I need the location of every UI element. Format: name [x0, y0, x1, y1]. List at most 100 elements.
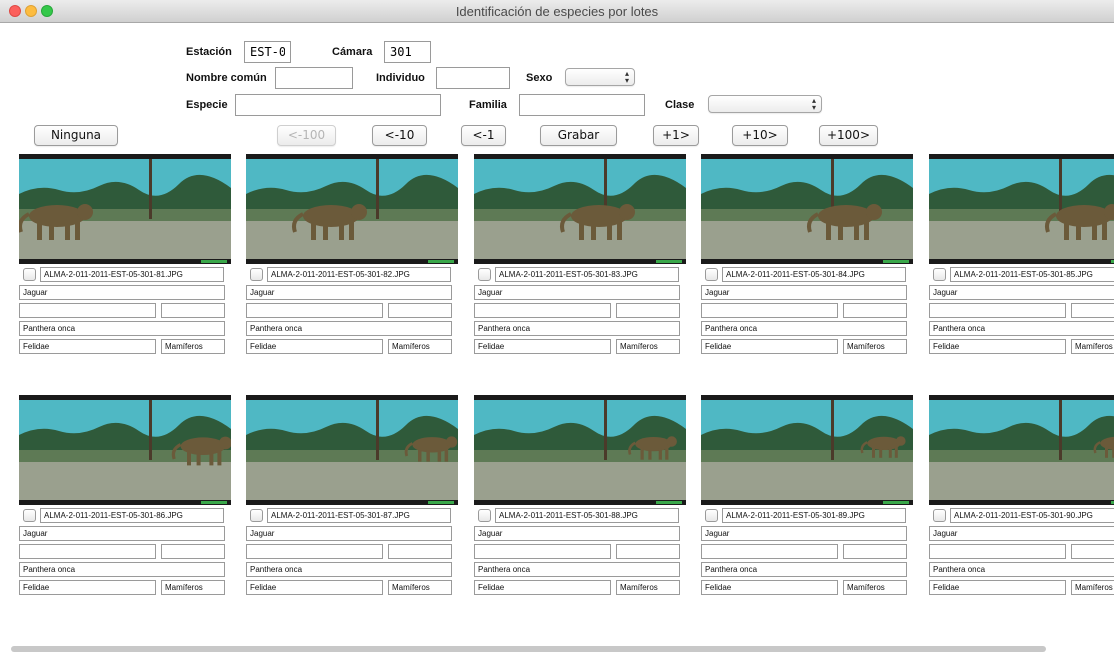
select-checkbox[interactable]	[478, 509, 491, 522]
camera-trap-photo[interactable]	[474, 154, 686, 264]
select-checkbox[interactable]	[23, 268, 36, 281]
familia-card-field[interactable]: Felidae	[474, 580, 611, 595]
especie-field[interactable]	[235, 94, 441, 116]
clase-card-field[interactable]: Mamíferos	[161, 339, 225, 354]
clase-popup[interactable]: ▴ ▾	[708, 95, 822, 113]
nombre-comun-card-field[interactable]: Jaguar	[246, 526, 452, 541]
filename-field[interactable]: ALMA-2-011-2011-EST-05-301-90.JPG	[950, 508, 1114, 523]
nombre-comun-card-field[interactable]: Jaguar	[19, 285, 225, 300]
clase-card-field[interactable]: Mamíferos	[843, 580, 907, 595]
camera-trap-photo[interactable]	[929, 395, 1114, 505]
camera-trap-photo[interactable]	[246, 395, 458, 505]
nombre-comun-field[interactable]	[275, 67, 353, 89]
nombre-comun-card-field[interactable]: Jaguar	[474, 285, 680, 300]
individuo-card-field[interactable]	[19, 303, 156, 318]
especie-card-field[interactable]: Panthera onca	[701, 321, 907, 336]
camera-trap-photo[interactable]	[929, 154, 1114, 264]
familia-card-field[interactable]: Felidae	[19, 339, 156, 354]
sexo-card-field[interactable]	[616, 544, 680, 559]
select-checkbox[interactable]	[250, 268, 263, 281]
familia-card-field[interactable]: Felidae	[246, 580, 383, 595]
horizontal-scrollbar[interactable]	[11, 646, 1046, 652]
grabar-button[interactable]: Grabar	[540, 125, 617, 146]
nombre-comun-card-field[interactable]: Jaguar	[701, 285, 907, 300]
individuo-card-field[interactable]	[474, 303, 611, 318]
nombre-comun-card-field[interactable]: Jaguar	[701, 526, 907, 541]
individuo-card-field[interactable]	[19, 544, 156, 559]
filename-field[interactable]: ALMA-2-011-2011-EST-05-301-84.JPG	[722, 267, 906, 282]
filename-field[interactable]: ALMA-2-011-2011-EST-05-301-81.JPG	[40, 267, 224, 282]
sexo-card-field[interactable]	[616, 303, 680, 318]
clase-card-field[interactable]: Mamíferos	[388, 339, 452, 354]
sexo-card-field[interactable]	[161, 544, 225, 559]
select-checkbox[interactable]	[933, 268, 946, 281]
individuo-card-field[interactable]	[701, 544, 838, 559]
nombre-comun-card-field[interactable]: Jaguar	[19, 526, 225, 541]
clase-card-field[interactable]: Mamíferos	[1071, 339, 1114, 354]
camara-field[interactable]	[384, 41, 431, 63]
clase-card-field[interactable]: Mamíferos	[616, 339, 680, 354]
filename-field[interactable]: ALMA-2-011-2011-EST-05-301-82.JPG	[267, 267, 451, 282]
nombre-comun-card-field[interactable]: Jaguar	[929, 526, 1114, 541]
clase-card-field[interactable]: Mamíferos	[161, 580, 225, 595]
familia-card-field[interactable]: Felidae	[19, 580, 156, 595]
filename-field[interactable]: ALMA-2-011-2011-EST-05-301-86.JPG	[40, 508, 224, 523]
familia-card-field[interactable]: Felidae	[929, 580, 1066, 595]
especie-card-field[interactable]: Panthera onca	[19, 321, 225, 336]
individuo-card-field[interactable]	[246, 303, 383, 318]
nombre-comun-card-field[interactable]: Jaguar	[474, 526, 680, 541]
clase-card-field[interactable]: Mamíferos	[616, 580, 680, 595]
ninguna-button[interactable]: Ninguna	[34, 125, 118, 146]
sexo-card-field[interactable]	[1071, 303, 1114, 318]
sexo-card-field[interactable]	[843, 303, 907, 318]
clase-card-field[interactable]: Mamíferos	[1071, 580, 1114, 595]
back-10-button[interactable]: <-10	[372, 125, 427, 146]
familia-card-field[interactable]: Felidae	[474, 339, 611, 354]
especie-card-field[interactable]: Panthera onca	[474, 562, 680, 577]
nombre-comun-card-field[interactable]: Jaguar	[246, 285, 452, 300]
especie-card-field[interactable]: Panthera onca	[929, 321, 1114, 336]
camera-trap-photo[interactable]	[701, 395, 913, 505]
camera-trap-photo[interactable]	[19, 154, 231, 264]
estacion-field[interactable]	[244, 41, 291, 63]
individuo-card-field[interactable]	[929, 303, 1066, 318]
select-checkbox[interactable]	[23, 509, 36, 522]
filename-field[interactable]: ALMA-2-011-2011-EST-05-301-88.JPG	[495, 508, 679, 523]
individuo-card-field[interactable]	[474, 544, 611, 559]
select-checkbox[interactable]	[705, 268, 718, 281]
individuo-card-field[interactable]	[246, 544, 383, 559]
filename-field[interactable]: ALMA-2-011-2011-EST-05-301-85.JPG	[950, 267, 1114, 282]
camera-trap-photo[interactable]	[701, 154, 913, 264]
select-checkbox[interactable]	[250, 509, 263, 522]
fwd-10-button[interactable]: +10>	[732, 125, 788, 146]
clase-card-field[interactable]: Mamíferos	[843, 339, 907, 354]
back-1-button[interactable]: <-1	[461, 125, 506, 146]
filename-field[interactable]: ALMA-2-011-2011-EST-05-301-87.JPG	[267, 508, 451, 523]
camera-trap-photo[interactable]	[474, 395, 686, 505]
especie-card-field[interactable]: Panthera onca	[246, 321, 452, 336]
individuo-card-field[interactable]	[701, 303, 838, 318]
camera-trap-photo[interactable]	[246, 154, 458, 264]
filename-field[interactable]: ALMA-2-011-2011-EST-05-301-89.JPG	[722, 508, 906, 523]
familia-card-field[interactable]: Felidae	[246, 339, 383, 354]
especie-card-field[interactable]: Panthera onca	[474, 321, 680, 336]
familia-card-field[interactable]: Felidae	[929, 339, 1066, 354]
clase-card-field[interactable]: Mamíferos	[388, 580, 452, 595]
familia-card-field[interactable]: Felidae	[701, 339, 838, 354]
sexo-card-field[interactable]	[843, 544, 907, 559]
sexo-card-field[interactable]	[161, 303, 225, 318]
individuo-card-field[interactable]	[929, 544, 1066, 559]
back-100-button[interactable]: <-100	[277, 125, 336, 146]
sexo-card-field[interactable]	[388, 303, 452, 318]
fwd-100-button[interactable]: +100>	[819, 125, 878, 146]
filename-field[interactable]: ALMA-2-011-2011-EST-05-301-83.JPG	[495, 267, 679, 282]
especie-card-field[interactable]: Panthera onca	[929, 562, 1114, 577]
especie-card-field[interactable]: Panthera onca	[246, 562, 452, 577]
familia-field[interactable]	[519, 94, 645, 116]
nombre-comun-card-field[interactable]: Jaguar	[929, 285, 1114, 300]
especie-card-field[interactable]: Panthera onca	[19, 562, 225, 577]
individuo-field[interactable]	[436, 67, 510, 89]
especie-card-field[interactable]: Panthera onca	[701, 562, 907, 577]
select-checkbox[interactable]	[705, 509, 718, 522]
select-checkbox[interactable]	[933, 509, 946, 522]
